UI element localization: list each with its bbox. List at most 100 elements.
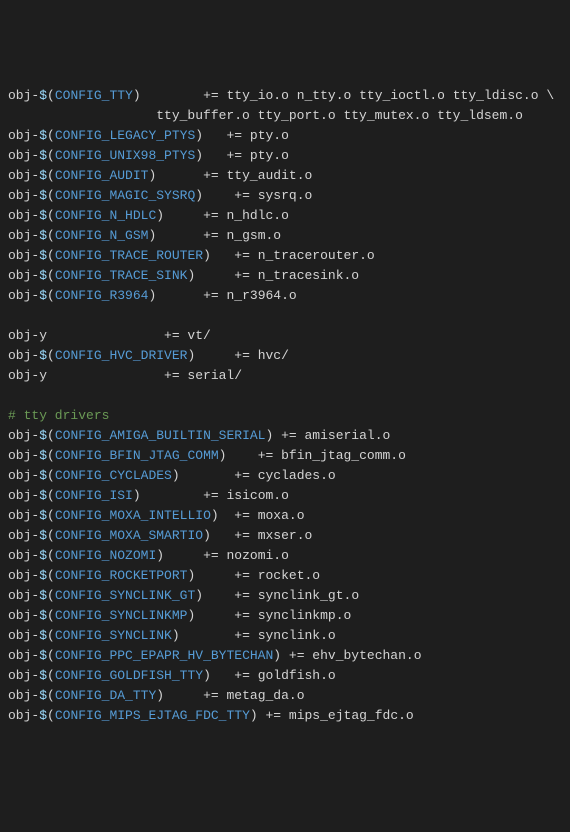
token: += ehv_bytechan.o <box>281 648 421 663</box>
token: CONFIG_MOXA_SMARTIO <box>55 528 203 543</box>
token: ) <box>156 208 164 223</box>
token: += metag_da.o <box>164 688 304 703</box>
token: obj- <box>8 608 39 623</box>
token: ( <box>47 588 55 603</box>
token: # tty drivers <box>8 408 109 423</box>
token: CONFIG_ROCKETPORT <box>55 568 188 583</box>
token: ( <box>47 488 55 503</box>
code-block: obj-$(CONFIG_TTY) += tty_io.o n_tty.o tt… <box>8 86 562 726</box>
token: obj- <box>8 548 39 563</box>
token: $ <box>39 288 47 303</box>
token: ( <box>47 528 55 543</box>
token: $ <box>39 88 47 103</box>
code-line: obj-$(CONFIG_DA_TTY) += metag_da.o <box>8 686 562 706</box>
token: += goldfish.o <box>211 668 336 683</box>
token: obj- <box>8 448 39 463</box>
token: $ <box>39 428 47 443</box>
token: CONFIG_GOLDFISH_TTY <box>55 668 203 683</box>
token: $ <box>39 688 47 703</box>
token: += pty.o <box>203 148 289 163</box>
token: $ <box>39 168 47 183</box>
token: += synclink_gt.o <box>203 588 359 603</box>
token: ) <box>203 528 211 543</box>
token: ) <box>211 508 219 523</box>
code-line: obj-$(CONFIG_MIPS_EJTAG_FDC_TTY) += mips… <box>8 706 562 726</box>
token: $ <box>39 228 47 243</box>
token: ) <box>172 468 180 483</box>
token: obj- <box>8 268 39 283</box>
token: obj- <box>8 428 39 443</box>
token: ( <box>47 168 55 183</box>
token: ) <box>195 128 203 143</box>
token: += n_hdlc.o <box>164 208 289 223</box>
token: += isicom.o <box>141 488 289 503</box>
token: $ <box>39 548 47 563</box>
token: CONFIG_TRACE_ROUTER <box>55 248 203 263</box>
token: += hvc/ <box>195 348 289 363</box>
token: $ <box>39 508 47 523</box>
token: ( <box>47 248 55 263</box>
code-line: obj-$(CONFIG_TRACE_ROUTER) += n_tracerou… <box>8 246 562 266</box>
token: += n_gsm.o <box>156 228 281 243</box>
token: obj- <box>8 188 39 203</box>
token: $ <box>39 528 47 543</box>
code-line: obj-$(CONFIG_MOXA_INTELLIO) += moxa.o <box>8 506 562 526</box>
token: CONFIG_NOZOMI <box>55 548 156 563</box>
code-line: obj-$(CONFIG_MOXA_SMARTIO) += mxser.o <box>8 526 562 546</box>
token: obj- <box>8 288 39 303</box>
code-line: obj-$(CONFIG_NOZOMI) += nozomi.o <box>8 546 562 566</box>
code-line: obj-$(CONFIG_SYNCLINKMP) += synclinkmp.o <box>8 606 562 626</box>
token: $ <box>39 468 47 483</box>
token: += tty_audit.o <box>156 168 312 183</box>
code-line: obj-$(CONFIG_ROCKETPORT) += rocket.o <box>8 566 562 586</box>
token: obj- <box>8 348 39 363</box>
token: ) <box>195 148 203 163</box>
code-line: obj-$(CONFIG_HVC_DRIVER) += hvc/ <box>8 346 562 366</box>
code-line: obj-$(CONFIG_MAGIC_SYSRQ) += sysrq.o <box>8 186 562 206</box>
token: CONFIG_PPC_EPAPR_HV_BYTECHAN <box>55 648 273 663</box>
token: CONFIG_HVC_DRIVER <box>55 348 188 363</box>
token: $ <box>39 188 47 203</box>
code-line: obj-$(CONFIG_TRACE_SINK) += n_tracesink.… <box>8 266 562 286</box>
token: ( <box>47 568 55 583</box>
token: CONFIG_LEGACY_PTYS <box>55 128 195 143</box>
token: ( <box>47 428 55 443</box>
token: $ <box>39 448 47 463</box>
token: $ <box>39 488 47 503</box>
token: += nozomi.o <box>164 548 289 563</box>
token: CONFIG_TTY <box>55 88 133 103</box>
code-line: tty_buffer.o tty_port.o tty_mutex.o tty_… <box>8 106 562 126</box>
token: CONFIG_ISI <box>55 488 133 503</box>
code-line: obj-$(CONFIG_BFIN_JTAG_COMM) += bfin_jta… <box>8 446 562 466</box>
token: ) <box>133 88 141 103</box>
token: ( <box>47 708 55 723</box>
token: CONFIG_SYNCLINK_GT <box>55 588 195 603</box>
token: CONFIG_MOXA_INTELLIO <box>55 508 211 523</box>
token: += amiserial.o <box>273 428 390 443</box>
code-line: obj-$(CONFIG_PPC_EPAPR_HV_BYTECHAN) += e… <box>8 646 562 666</box>
code-line: obj-$(CONFIG_CYCLADES) += cyclades.o <box>8 466 562 486</box>
token: ( <box>47 228 55 243</box>
token: ) <box>133 488 141 503</box>
code-line: obj-$(CONFIG_N_HDLC) += n_hdlc.o <box>8 206 562 226</box>
token: ( <box>47 268 55 283</box>
token: += moxa.o <box>219 508 305 523</box>
token: CONFIG_MIPS_EJTAG_FDC_TTY <box>55 708 250 723</box>
token: ( <box>47 648 55 663</box>
token: obj- <box>8 208 39 223</box>
token: obj- <box>8 508 39 523</box>
token: += sysrq.o <box>203 188 312 203</box>
token: CONFIG_TRACE_SINK <box>55 268 188 283</box>
token: obj- <box>8 488 39 503</box>
token: ( <box>47 688 55 703</box>
token: ) <box>203 248 211 263</box>
token: ( <box>47 348 55 363</box>
token: $ <box>39 668 47 683</box>
token: += synclink.o <box>180 628 336 643</box>
token: ) <box>203 668 211 683</box>
token: CONFIG_CYCLADES <box>55 468 172 483</box>
code-line: obj-$(CONFIG_AUDIT) += tty_audit.o <box>8 166 562 186</box>
code-line: obj-$(CONFIG_UNIX98_PTYS) += pty.o <box>8 146 562 166</box>
token: obj- <box>8 128 39 143</box>
code-line: obj-$(CONFIG_N_GSM) += n_gsm.o <box>8 226 562 246</box>
